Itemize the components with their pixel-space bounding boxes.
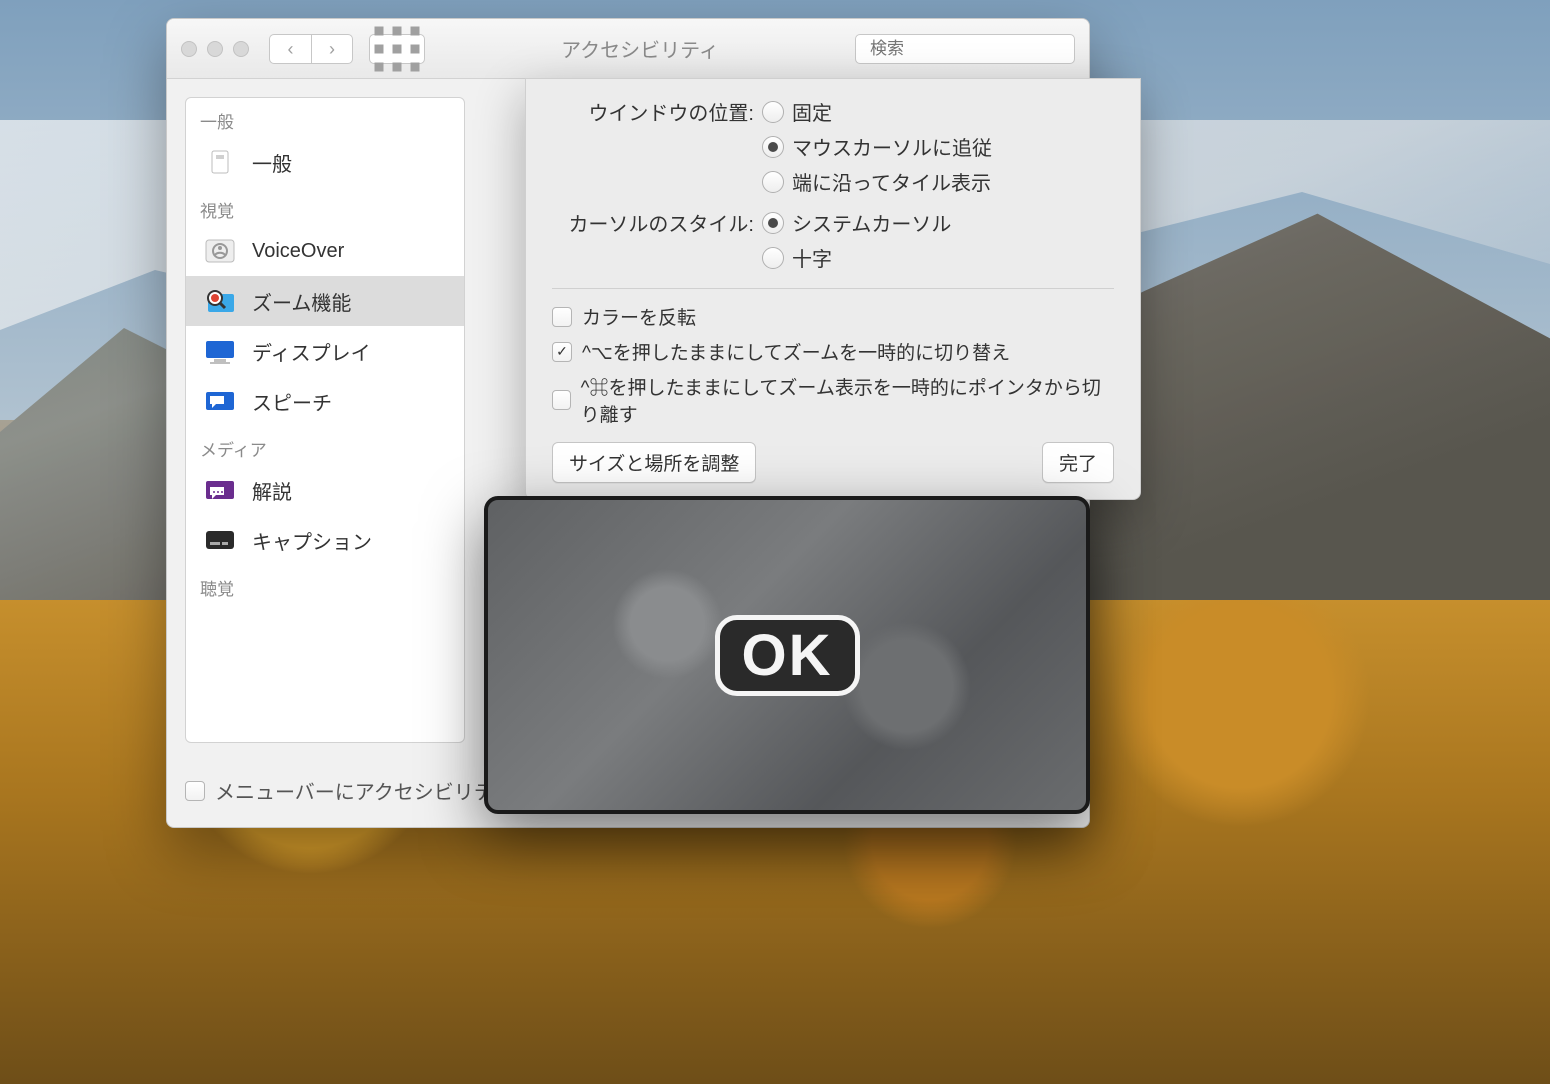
minimize-icon[interactable] (207, 41, 223, 57)
checkbox-label: ^⌥を押したままにしてズームを一時的に切り替え (582, 338, 1010, 365)
radio-cursor-cross[interactable] (762, 247, 784, 269)
search-field[interactable] (855, 34, 1075, 64)
sidebar-item-label: 解説 (252, 476, 292, 505)
divider (552, 288, 1114, 289)
sidebar-item-captions[interactable]: キャプション (186, 515, 464, 565)
back-button[interactable]: ‹ (269, 34, 311, 64)
radio-window-tile-edge[interactable] (762, 171, 784, 193)
sidebar: 一般 一般 視覚 VoiceOver ズーム機能 ディスプレイ スピーチ (185, 97, 465, 743)
voiceover-icon (200, 234, 240, 268)
zoom-icon (200, 284, 240, 318)
sidebar-item-label: キャプション (252, 526, 372, 555)
sidebar-item-voiceover[interactable]: VoiceOver (186, 226, 464, 276)
titlebar: ‹ › アクセシビリティ (167, 19, 1089, 79)
descriptions-icon (200, 473, 240, 507)
sidebar-item-label: ディスプレイ (252, 337, 371, 366)
grid-icon (370, 22, 424, 76)
window-position-label: ウインドウの位置: (552, 97, 762, 202)
checkbox-invert-colors[interactable] (552, 307, 572, 327)
zoom-window-icon[interactable] (233, 41, 249, 57)
zoom-options-sheet: ウインドウの位置: 固定 マウスカーソルに追従 端に沿ってタイル表示 カーソルの… (525, 78, 1141, 500)
ok-badge: OK (715, 615, 860, 696)
radio-window-follow-cursor[interactable] (762, 136, 784, 158)
cursor-style-label: カーソルのスタイル: (552, 208, 762, 278)
menubar-checkbox[interactable] (185, 781, 205, 801)
radio-label: マウスカーソルに追従 (792, 132, 992, 161)
adjust-size-button[interactable]: サイズと場所を調整 (552, 442, 756, 483)
radio-label: システムカーソル (792, 208, 951, 237)
display-icon (200, 334, 240, 368)
close-icon[interactable] (181, 41, 197, 57)
checkbox-detach-pointer[interactable] (552, 390, 571, 410)
sidebar-item-general[interactable]: 一般 (186, 137, 464, 187)
radio-label: 端に沿ってタイル表示 (792, 167, 991, 196)
general-icon (200, 145, 240, 179)
checkbox-label: ^⌘を押したままにしてズーム表示を一時的にポインタから切り離す (581, 373, 1114, 427)
sidebar-category: 一般 (186, 98, 464, 137)
show-all-button[interactable] (369, 34, 425, 64)
forward-button[interactable]: › (311, 34, 353, 64)
sidebar-item-display[interactable]: ディスプレイ (186, 326, 464, 376)
radio-label: 固定 (792, 97, 832, 126)
nav-back-forward: ‹ › (269, 34, 353, 64)
sidebar-category: メディア (186, 426, 464, 465)
sidebar-category: 視覚 (186, 187, 464, 226)
radio-label: 十字 (792, 243, 832, 272)
captions-icon (200, 523, 240, 557)
radio-cursor-system[interactable] (762, 212, 784, 234)
sidebar-item-label: ズーム機能 (252, 287, 351, 316)
sidebar-item-label: 一般 (252, 148, 292, 177)
window-controls (181, 41, 249, 57)
sidebar-item-descriptions[interactable]: 解説 (186, 465, 464, 515)
sidebar-item-zoom[interactable]: ズーム機能 (186, 276, 464, 326)
zoom-preview-window[interactable]: OK (484, 496, 1090, 814)
window-title: アクセシビリティ (435, 34, 845, 63)
sidebar-item-label: スピーチ (252, 387, 332, 416)
checkbox-toggle-zoom[interactable]: ✓ (552, 342, 572, 362)
speech-icon (200, 384, 240, 418)
radio-window-fixed[interactable] (762, 101, 784, 123)
sidebar-item-speech[interactable]: スピーチ (186, 376, 464, 426)
sidebar-item-label: VoiceOver (252, 240, 344, 263)
search-input[interactable] (870, 39, 1090, 59)
done-button[interactable]: 完了 (1042, 442, 1114, 483)
sidebar-category: 聴覚 (186, 565, 464, 604)
checkbox-label: カラーを反転 (582, 303, 696, 330)
